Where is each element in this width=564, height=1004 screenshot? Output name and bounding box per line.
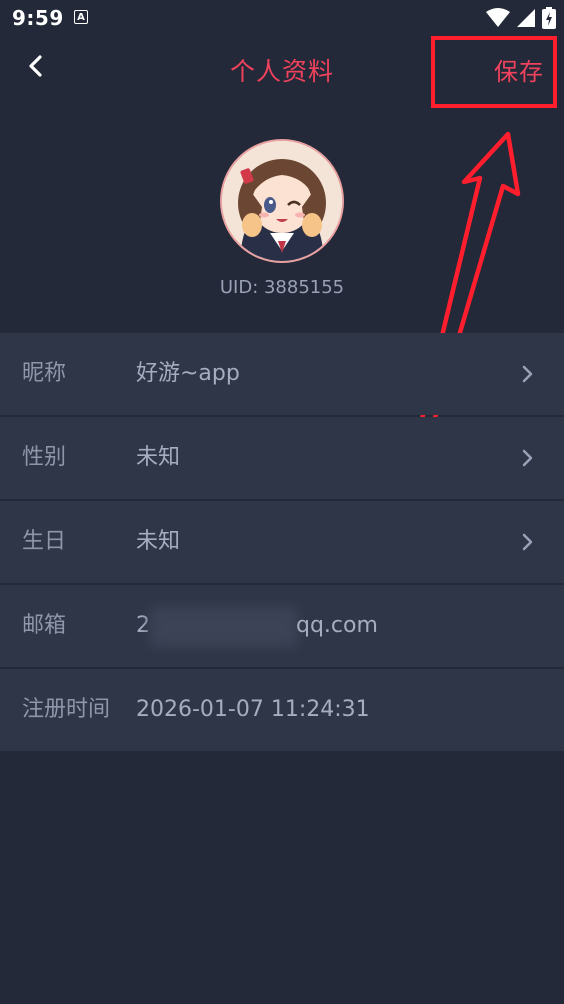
gender-row[interactable]: 性别 未知: [0, 417, 564, 499]
avatar-illustration: [222, 141, 342, 261]
status-bar: 9:59 A: [0, 0, 564, 36]
wifi-icon: [486, 8, 510, 28]
email-value-suffix: qq.com: [296, 613, 378, 638]
chevron-right-icon: [518, 365, 536, 383]
registration-time-row: 注册时间 2026-01-07 11:24:31: [0, 669, 564, 751]
nickname-row[interactable]: 昵称 好游~app: [0, 333, 564, 415]
field-value: 未知: [136, 445, 181, 470]
status-time: 9:59: [12, 6, 64, 30]
avatar[interactable]: [220, 139, 344, 263]
email-redaction-blur: [150, 607, 298, 647]
annotation-highlight-box: [431, 36, 557, 108]
chevron-right-icon: [518, 449, 536, 467]
birthday-row[interactable]: 生日 未知: [0, 501, 564, 583]
notification-a-icon: A: [74, 10, 88, 24]
field-label: 生日: [22, 529, 67, 554]
battery-charging-icon: [542, 7, 556, 29]
email-value-prefix: 2: [136, 613, 150, 638]
signal-icon: [516, 8, 536, 28]
field-value: 2026-01-07 11:24:31: [136, 697, 370, 722]
email-row: 邮箱 2 qq.com: [0, 585, 564, 667]
field-label: 邮箱: [22, 613, 67, 638]
chevron-right-icon: [518, 533, 536, 551]
field-value: 未知: [136, 529, 181, 554]
field-value: 好游~app: [136, 361, 240, 386]
status-icons: [486, 6, 556, 30]
field-label: 昵称: [22, 361, 67, 386]
field-label: 注册时间: [22, 697, 111, 722]
field-label: 性别: [22, 445, 67, 470]
profile-field-list: 昵称 好游~app 性别 未知 生日 未知 邮箱 2 qq.com 注册时间 2…: [0, 333, 564, 753]
uid-text: UID: 3885155: [219, 277, 345, 298]
